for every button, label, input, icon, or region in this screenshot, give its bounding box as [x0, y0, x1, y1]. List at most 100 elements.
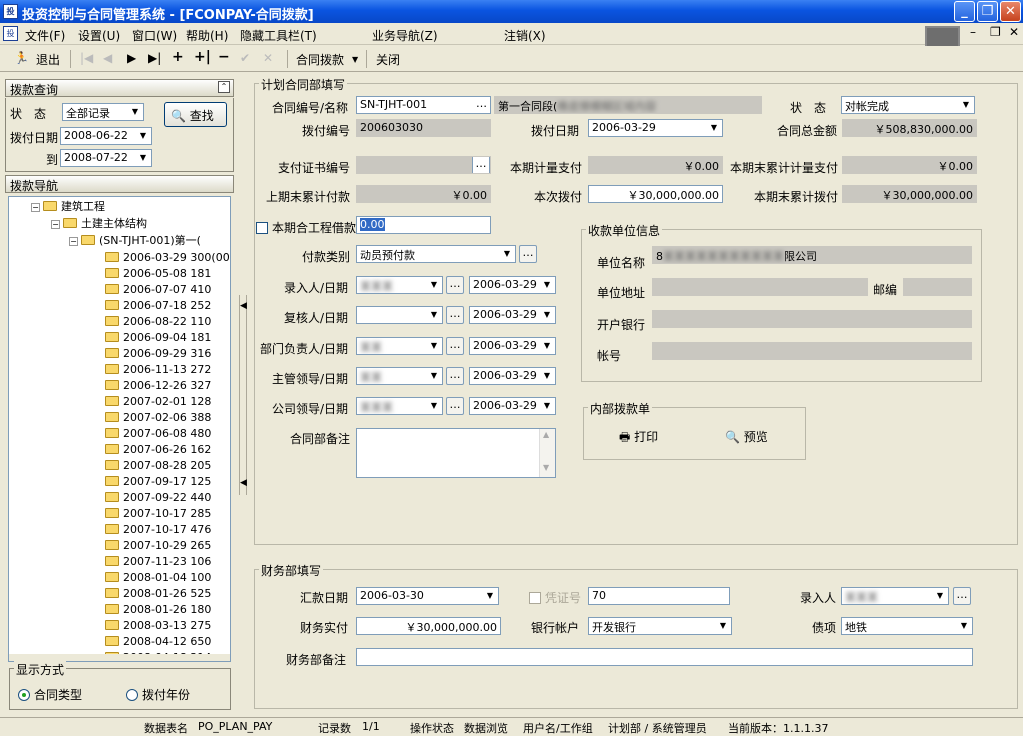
- tree-item[interactable]: 2007-06-26 162: [105, 442, 211, 458]
- entry-person-select[interactable]: 某某某 ▼: [356, 276, 443, 294]
- contract-remark-textarea[interactable]: ▲ ▼: [356, 428, 556, 478]
- tree-item[interactable]: 2007-10-17 476: [105, 522, 211, 538]
- tree-item[interactable]: 2006-08-22 110: [105, 314, 211, 330]
- scroll-up-icon[interactable]: ▲: [543, 430, 549, 439]
- review-person-select[interactable]: ▼: [356, 306, 443, 324]
- corp-date-field[interactable]: 2006-03-29 ▼: [469, 397, 556, 415]
- tree-item[interactable]: 2007-09-22 440: [105, 490, 211, 506]
- ellipsis-icon[interactable]: …: [472, 157, 490, 173]
- entry-date-field[interactable]: 2006-03-29 ▼: [469, 276, 556, 294]
- tree-item[interactable]: 2006-03-29 300(000: [105, 250, 230, 266]
- collapse-icon[interactable]: ⌃: [218, 81, 230, 93]
- chevron-left-icon[interactable]: ◀: [240, 301, 247, 311]
- close-button[interactable]: 关闭: [376, 51, 400, 68]
- tree-item[interactable]: 2007-02-06 388: [105, 410, 211, 426]
- collapse-toggle-icon[interactable]: −: [31, 203, 40, 212]
- collapse-toggle-icon[interactable]: −: [51, 220, 60, 229]
- contract-pay-dropdown[interactable]: 合同拨款: [296, 51, 344, 68]
- radio-contract-type[interactable]: 合同类型: [18, 686, 82, 703]
- tree-item[interactable]: 2006-09-29 316: [105, 346, 211, 362]
- menu-hide-toolbar[interactable]: 隐藏工具栏(T): [240, 27, 317, 44]
- collapse-toggle-icon[interactable]: −: [69, 237, 78, 246]
- tree-item[interactable]: 2007-09-17 125: [105, 474, 211, 490]
- tree-item[interactable]: 2006-11-13 272: [105, 362, 211, 378]
- dept-date-field[interactable]: 2006-03-29 ▼: [469, 337, 556, 355]
- remit-date-field[interactable]: 2006-03-30 ▼: [356, 587, 499, 605]
- mdi-close-icon[interactable]: ✕: [1009, 25, 1019, 39]
- tree-node-l2[interactable]: − 土建主体结构: [51, 216, 147, 232]
- dept-lookup-button[interactable]: …: [446, 337, 464, 355]
- date-to-field[interactable]: 2008-07-22 ▼: [60, 149, 152, 167]
- review-date-field[interactable]: 2006-03-29 ▼: [469, 306, 556, 324]
- debt-select[interactable]: 地铁 ▼: [841, 617, 973, 635]
- pay-type-lookup-button[interactable]: …: [519, 245, 537, 263]
- close-window-button[interactable]: ✕: [1000, 1, 1021, 22]
- loan-checkbox[interactable]: 本期合工程借款: [256, 219, 356, 236]
- tree-item[interactable]: 2008-01-04 100: [105, 570, 211, 586]
- review-lookup-button[interactable]: …: [446, 306, 464, 324]
- insert-icon[interactable]: +|: [194, 49, 211, 65]
- tree-node-contract[interactable]: − (SN-TJHT-001)第一(: [69, 233, 201, 249]
- bank-select[interactable]: 开发银行 ▼: [588, 617, 732, 635]
- tree-item[interactable]: 2006-09-04 181: [105, 330, 211, 346]
- tree-item[interactable]: 2007-02-01 128: [105, 394, 211, 410]
- radio-pay-year[interactable]: 拨付年份: [126, 686, 190, 703]
- minimize-button[interactable]: _: [954, 1, 975, 22]
- chevron-left-icon[interactable]: ◀: [240, 478, 247, 488]
- first-record-icon[interactable]: |◀: [80, 51, 93, 65]
- dept-person-select[interactable]: 某某 ▼: [356, 337, 443, 355]
- contract-no-field[interactable]: SN-TJHT-001…: [356, 96, 491, 114]
- preview-button[interactable]: 🔍 预览: [725, 428, 768, 445]
- print-button[interactable]: 🖶 打印: [619, 428, 658, 449]
- mdi-restore-icon[interactable]: ❐: [990, 25, 1001, 39]
- textarea-scrollbar[interactable]: ▲ ▼: [539, 429, 555, 477]
- tree-item[interactable]: 2008-01-26 525: [105, 586, 211, 602]
- corp-lookup-button[interactable]: …: [446, 397, 464, 415]
- finance-entry-select[interactable]: 某某某 ▼: [841, 587, 949, 605]
- voucher-checkbox[interactable]: 凭证号: [529, 589, 581, 606]
- confirm-icon[interactable]: ✔: [240, 51, 250, 65]
- finance-remark-field[interactable]: [356, 648, 973, 666]
- finance-entry-lookup-button[interactable]: …: [953, 587, 971, 605]
- delete-icon[interactable]: −: [218, 49, 230, 65]
- lead-lookup-button[interactable]: …: [446, 367, 464, 385]
- scroll-down-icon[interactable]: ▼: [543, 463, 549, 472]
- splitter[interactable]: ◀ ◀: [239, 295, 247, 495]
- maximize-button[interactable]: ❐: [977, 1, 998, 22]
- cert-field[interactable]: …: [356, 156, 491, 174]
- exit-button[interactable]: 退出: [36, 51, 60, 68]
- tree-item[interactable]: 2006-07-18 252: [105, 298, 211, 314]
- tree-item[interactable]: 2007-06-08 480: [105, 426, 211, 442]
- date-from-field[interactable]: 2008-06-22 ▼: [60, 127, 152, 145]
- menu-settings[interactable]: 设置(U): [78, 27, 120, 44]
- ellipsis-icon[interactable]: …: [476, 97, 487, 110]
- tree-item[interactable]: 2007-08-28 205: [105, 458, 211, 474]
- add-icon[interactable]: +: [172, 49, 184, 65]
- menu-file[interactable]: 文件(F): [25, 27, 65, 44]
- voucher-field[interactable]: 70: [588, 587, 730, 605]
- pay-type-select[interactable]: 动员预付款 ▼: [356, 245, 516, 263]
- tree-item[interactable]: 2007-10-29 265: [105, 538, 211, 554]
- menu-business-nav[interactable]: 业务导航(Z): [372, 27, 438, 44]
- lead-person-select[interactable]: 某某 ▼: [356, 367, 443, 385]
- cancel-icon[interactable]: ✕: [263, 51, 273, 65]
- contract-status-select[interactable]: 对帐完成 ▼: [841, 96, 975, 114]
- tree-item[interactable]: 2008-03-13 275: [105, 618, 211, 634]
- cur-pay-field[interactable]: ￥30,000,000.00: [588, 185, 723, 203]
- menu-logout[interactable]: 注销(X): [504, 27, 546, 44]
- loan-field[interactable]: 0.00: [356, 216, 491, 234]
- entry-lookup-button[interactable]: …: [446, 276, 464, 294]
- tree-item[interactable]: 2008-04-12 650: [105, 634, 211, 650]
- next-record-icon[interactable]: ▶: [127, 51, 136, 65]
- pay-date-field[interactable]: 2006-03-29 ▼: [588, 119, 723, 137]
- tree-item[interactable]: 2006-07-07 410: [105, 282, 211, 298]
- corp-person-select[interactable]: 某某某 ▼: [356, 397, 443, 415]
- tree-item[interactable]: 2006-05-08 181: [105, 266, 211, 282]
- actual-field[interactable]: ￥30,000,000.00: [356, 617, 501, 635]
- tree-view[interactable]: − 建筑工程 − 土建主体结构 − (SN-TJHT-001)第一( 2006-03-…: [8, 196, 231, 662]
- mdi-minimize-icon[interactable]: –: [970, 25, 976, 39]
- search-button[interactable]: 🔍 查找: [164, 102, 227, 127]
- status-select[interactable]: 全部记录 ▼: [62, 103, 144, 121]
- tree-item[interactable]: 2006-12-26 327: [105, 378, 211, 394]
- tree-item[interactable]: 2007-10-17 285: [105, 506, 211, 522]
